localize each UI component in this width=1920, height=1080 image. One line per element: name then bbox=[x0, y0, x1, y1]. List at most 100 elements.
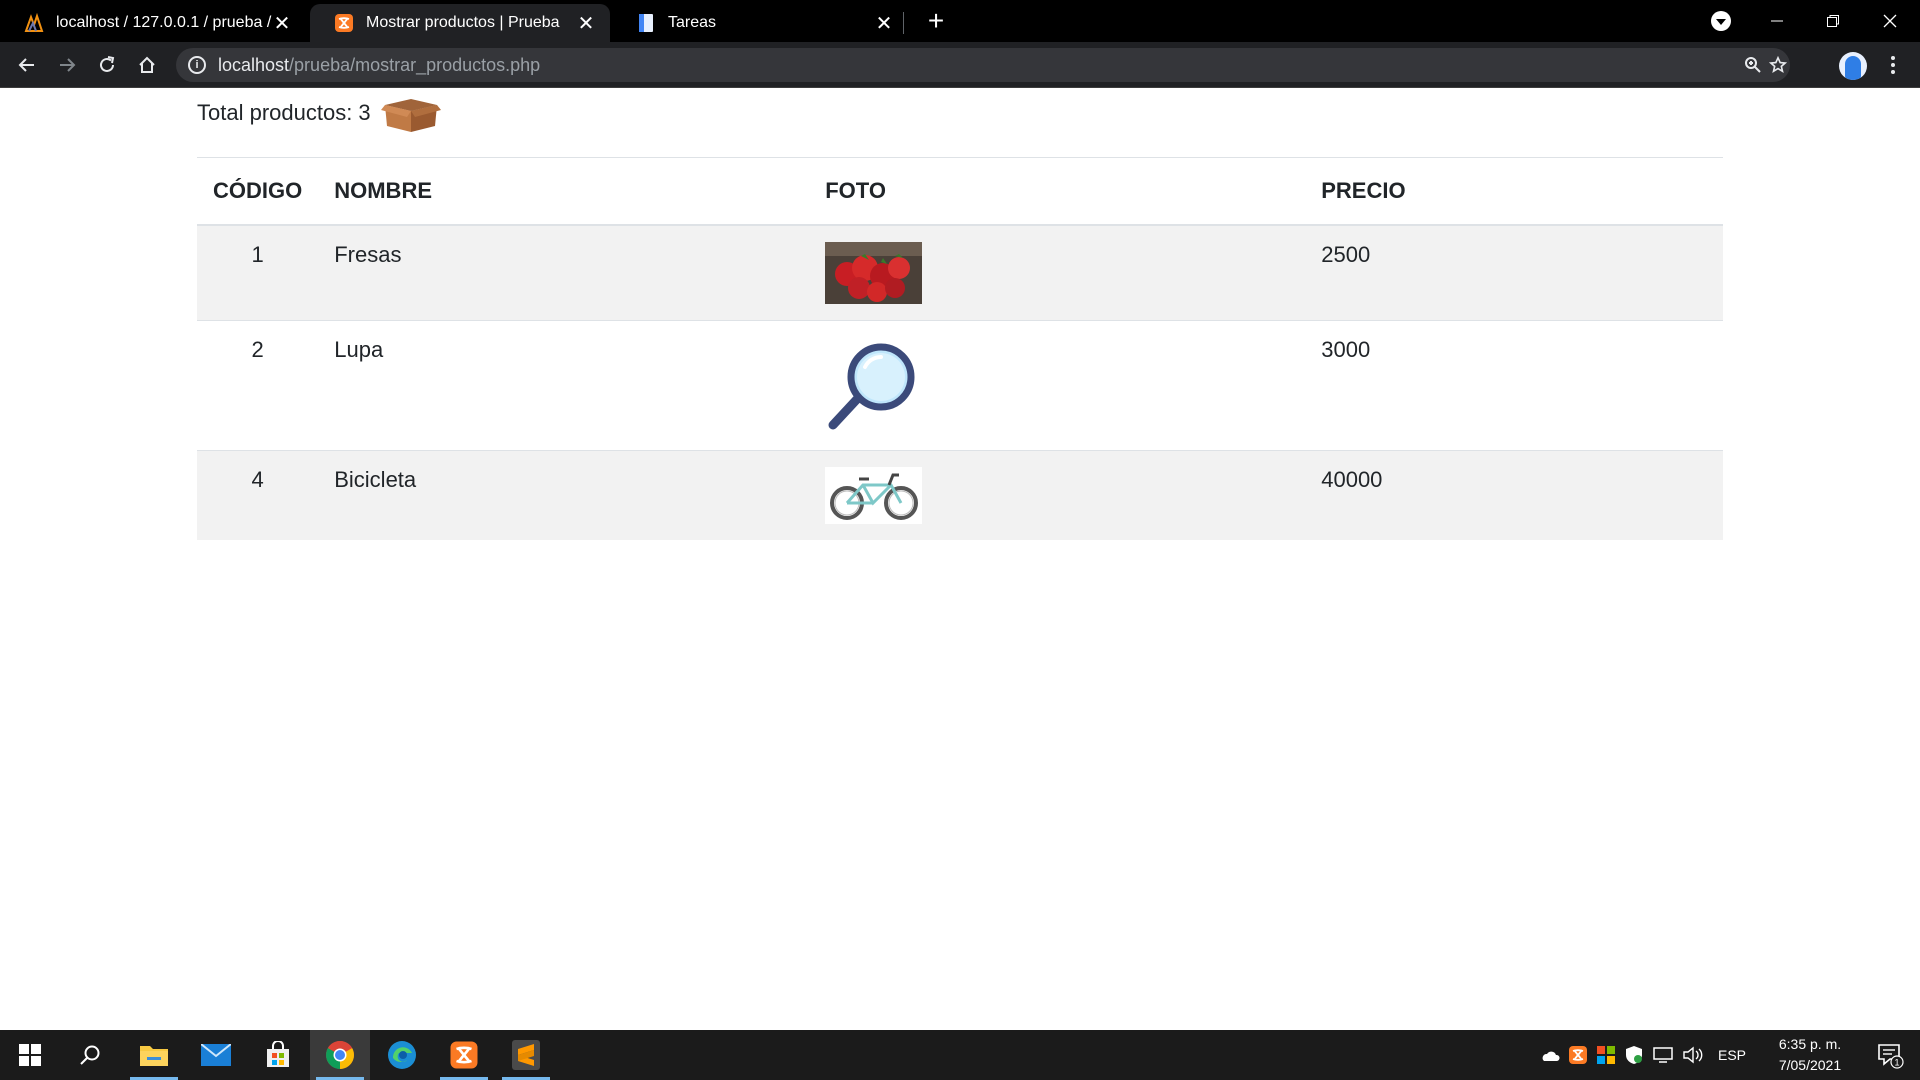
bookmark-button[interactable] bbox=[1761, 48, 1795, 82]
xampp-icon bbox=[450, 1041, 478, 1069]
clock[interactable]: 6:35 p. m. 7/05/2021 bbox=[1762, 1034, 1858, 1076]
forward-button[interactable] bbox=[50, 48, 84, 82]
browser-toolbar: i localhost/prueba/mostrar_productos.php bbox=[0, 42, 1920, 88]
shield-icon[interactable] bbox=[1624, 1045, 1644, 1065]
header-codigo: CÓDIGO bbox=[197, 157, 319, 226]
back-button[interactable] bbox=[10, 48, 44, 82]
cell-codigo: 4 bbox=[197, 449, 319, 540]
cell-precio: 40000 bbox=[1305, 449, 1723, 540]
new-tab-button[interactable]: + bbox=[922, 7, 950, 36]
taskbar-store[interactable] bbox=[248, 1030, 308, 1080]
phpmyadmin-icon bbox=[24, 13, 44, 32]
mail-icon bbox=[201, 1044, 231, 1066]
taskbar-xampp[interactable] bbox=[434, 1030, 494, 1080]
close-tab-icon[interactable]: ✕ bbox=[272, 13, 292, 35]
reload-button[interactable] bbox=[90, 48, 124, 82]
notification-count: 1 bbox=[1894, 1058, 1899, 1068]
page-content: Total productos: 3 CÓDIGO NOMBRE FOTO PR… bbox=[0, 89, 1920, 1030]
close-tab-icon[interactable]: ✕ bbox=[576, 13, 596, 35]
network-icon[interactable] bbox=[1652, 1046, 1674, 1064]
file-explorer-icon bbox=[140, 1046, 168, 1066]
cell-nombre: Lupa bbox=[318, 319, 810, 450]
xampp-icon bbox=[335, 14, 353, 32]
arrow-left-icon bbox=[18, 58, 34, 72]
total-products: Total productos: 3 bbox=[197, 93, 441, 133]
url-host: localhost bbox=[218, 55, 290, 75]
tab-title: Tareas bbox=[668, 14, 717, 31]
start-icon bbox=[19, 1044, 41, 1066]
menu-button[interactable] bbox=[1876, 48, 1910, 82]
url-text[interactable]: localhost/prueba/mostrar_productos.php bbox=[218, 55, 540, 76]
cell-precio: 3000 bbox=[1305, 319, 1723, 450]
address-bar[interactable]: i localhost/prueba/mostrar_productos.php bbox=[176, 48, 1790, 82]
close-icon bbox=[1883, 14, 1897, 28]
taskbar-edge[interactable] bbox=[372, 1030, 432, 1080]
clock-time: 6:35 p. m. bbox=[1778, 1036, 1842, 1052]
table-header-row: CÓDIGO NOMBRE FOTO PRECIO bbox=[197, 157, 1723, 226]
table-row: 4 Bicicleta 40000 bbox=[197, 449, 1723, 540]
table-row: 2 Lupa 3000 bbox=[197, 319, 1723, 450]
info-icon[interactable]: i bbox=[188, 56, 206, 74]
xampp-tray-icon[interactable] bbox=[1568, 1045, 1588, 1065]
taskbar-file-explorer[interactable] bbox=[124, 1030, 184, 1080]
cell-foto bbox=[809, 449, 1306, 540]
volume-icon[interactable] bbox=[1682, 1046, 1704, 1064]
office-tray-icon[interactable] bbox=[1596, 1045, 1616, 1065]
taskbar-chrome[interactable] bbox=[310, 1030, 370, 1080]
notification-icon: 1 bbox=[1878, 1044, 1904, 1069]
reload-icon bbox=[100, 56, 115, 72]
language-indicator[interactable]: ESP bbox=[1718, 1047, 1746, 1063]
cell-nombre: Fresas bbox=[318, 224, 810, 320]
cell-foto bbox=[809, 319, 1306, 450]
taskbar-sublime-text[interactable] bbox=[496, 1030, 556, 1080]
more-vert-icon bbox=[1891, 56, 1895, 74]
magnifier-image bbox=[828, 343, 915, 429]
restore-button[interactable] bbox=[1805, 0, 1861, 42]
tab-title: Mostrar productos | Prueba bbox=[366, 14, 560, 31]
minimize-button[interactable] bbox=[1749, 0, 1805, 42]
profile-avatar[interactable] bbox=[1839, 52, 1867, 80]
header-precio: PRECIO bbox=[1305, 157, 1723, 226]
minimize-icon bbox=[1771, 20, 1783, 22]
close-window-button[interactable] bbox=[1862, 0, 1918, 42]
sublime-text-icon bbox=[512, 1040, 540, 1070]
search-button[interactable] bbox=[60, 1030, 120, 1080]
cell-nombre: Bicicleta bbox=[318, 449, 810, 540]
cell-precio: 2500 bbox=[1305, 224, 1723, 320]
onedrive-icon[interactable] bbox=[1540, 1048, 1560, 1062]
total-label: Total productos: 3 bbox=[197, 100, 371, 125]
box-icon bbox=[380, 99, 441, 132]
cell-codigo: 2 bbox=[197, 319, 319, 450]
url-path: /prueba/mostrar_productos.php bbox=[289, 55, 541, 75]
chrome-icon bbox=[326, 1041, 354, 1069]
docs-icon bbox=[639, 14, 653, 32]
tab-phpmyadmin[interactable]: localhost / 127.0.0.1 / prueba / p ✕ bbox=[0, 4, 306, 42]
action-center-button[interactable]: 1 bbox=[1860, 1030, 1920, 1080]
home-button[interactable] bbox=[130, 48, 164, 82]
star-icon bbox=[1769, 56, 1787, 73]
start-button[interactable] bbox=[0, 1030, 60, 1080]
strawberries-image bbox=[825, 241, 923, 304]
edge-icon bbox=[388, 1041, 416, 1069]
cell-foto bbox=[809, 224, 1306, 320]
tab-strip: localhost / 127.0.0.1 / prueba / p ✕ Mos… bbox=[0, 0, 1920, 42]
restore-icon bbox=[1827, 15, 1839, 27]
system-tray: ESP bbox=[1540, 1030, 1746, 1080]
close-tab-icon[interactable]: ✕ bbox=[874, 13, 894, 35]
tab-search-icon[interactable] bbox=[1711, 11, 1731, 31]
clock-date: 7/05/2021 bbox=[1778, 1057, 1842, 1073]
home-icon bbox=[139, 56, 155, 73]
taskbar-mail[interactable] bbox=[186, 1030, 246, 1080]
products-table: CÓDIGO NOMBRE FOTO PRECIO 1 Fresas 2500 … bbox=[197, 157, 1723, 540]
arrow-right-icon bbox=[60, 58, 76, 72]
table-row: 1 Fresas 2500 bbox=[197, 224, 1723, 320]
search-icon bbox=[80, 1045, 100, 1065]
bicycle-image bbox=[825, 466, 923, 524]
zoom-icon bbox=[1745, 57, 1761, 73]
tab-separator bbox=[903, 12, 904, 34]
cell-codigo: 1 bbox=[197, 224, 319, 320]
tab-tareas[interactable]: Tareas ✕ bbox=[612, 4, 908, 42]
store-icon bbox=[267, 1041, 289, 1067]
header-nombre: NOMBRE bbox=[318, 157, 810, 226]
tab-mostrar-productos[interactable]: Mostrar productos | Prueba ✕ bbox=[310, 4, 610, 42]
